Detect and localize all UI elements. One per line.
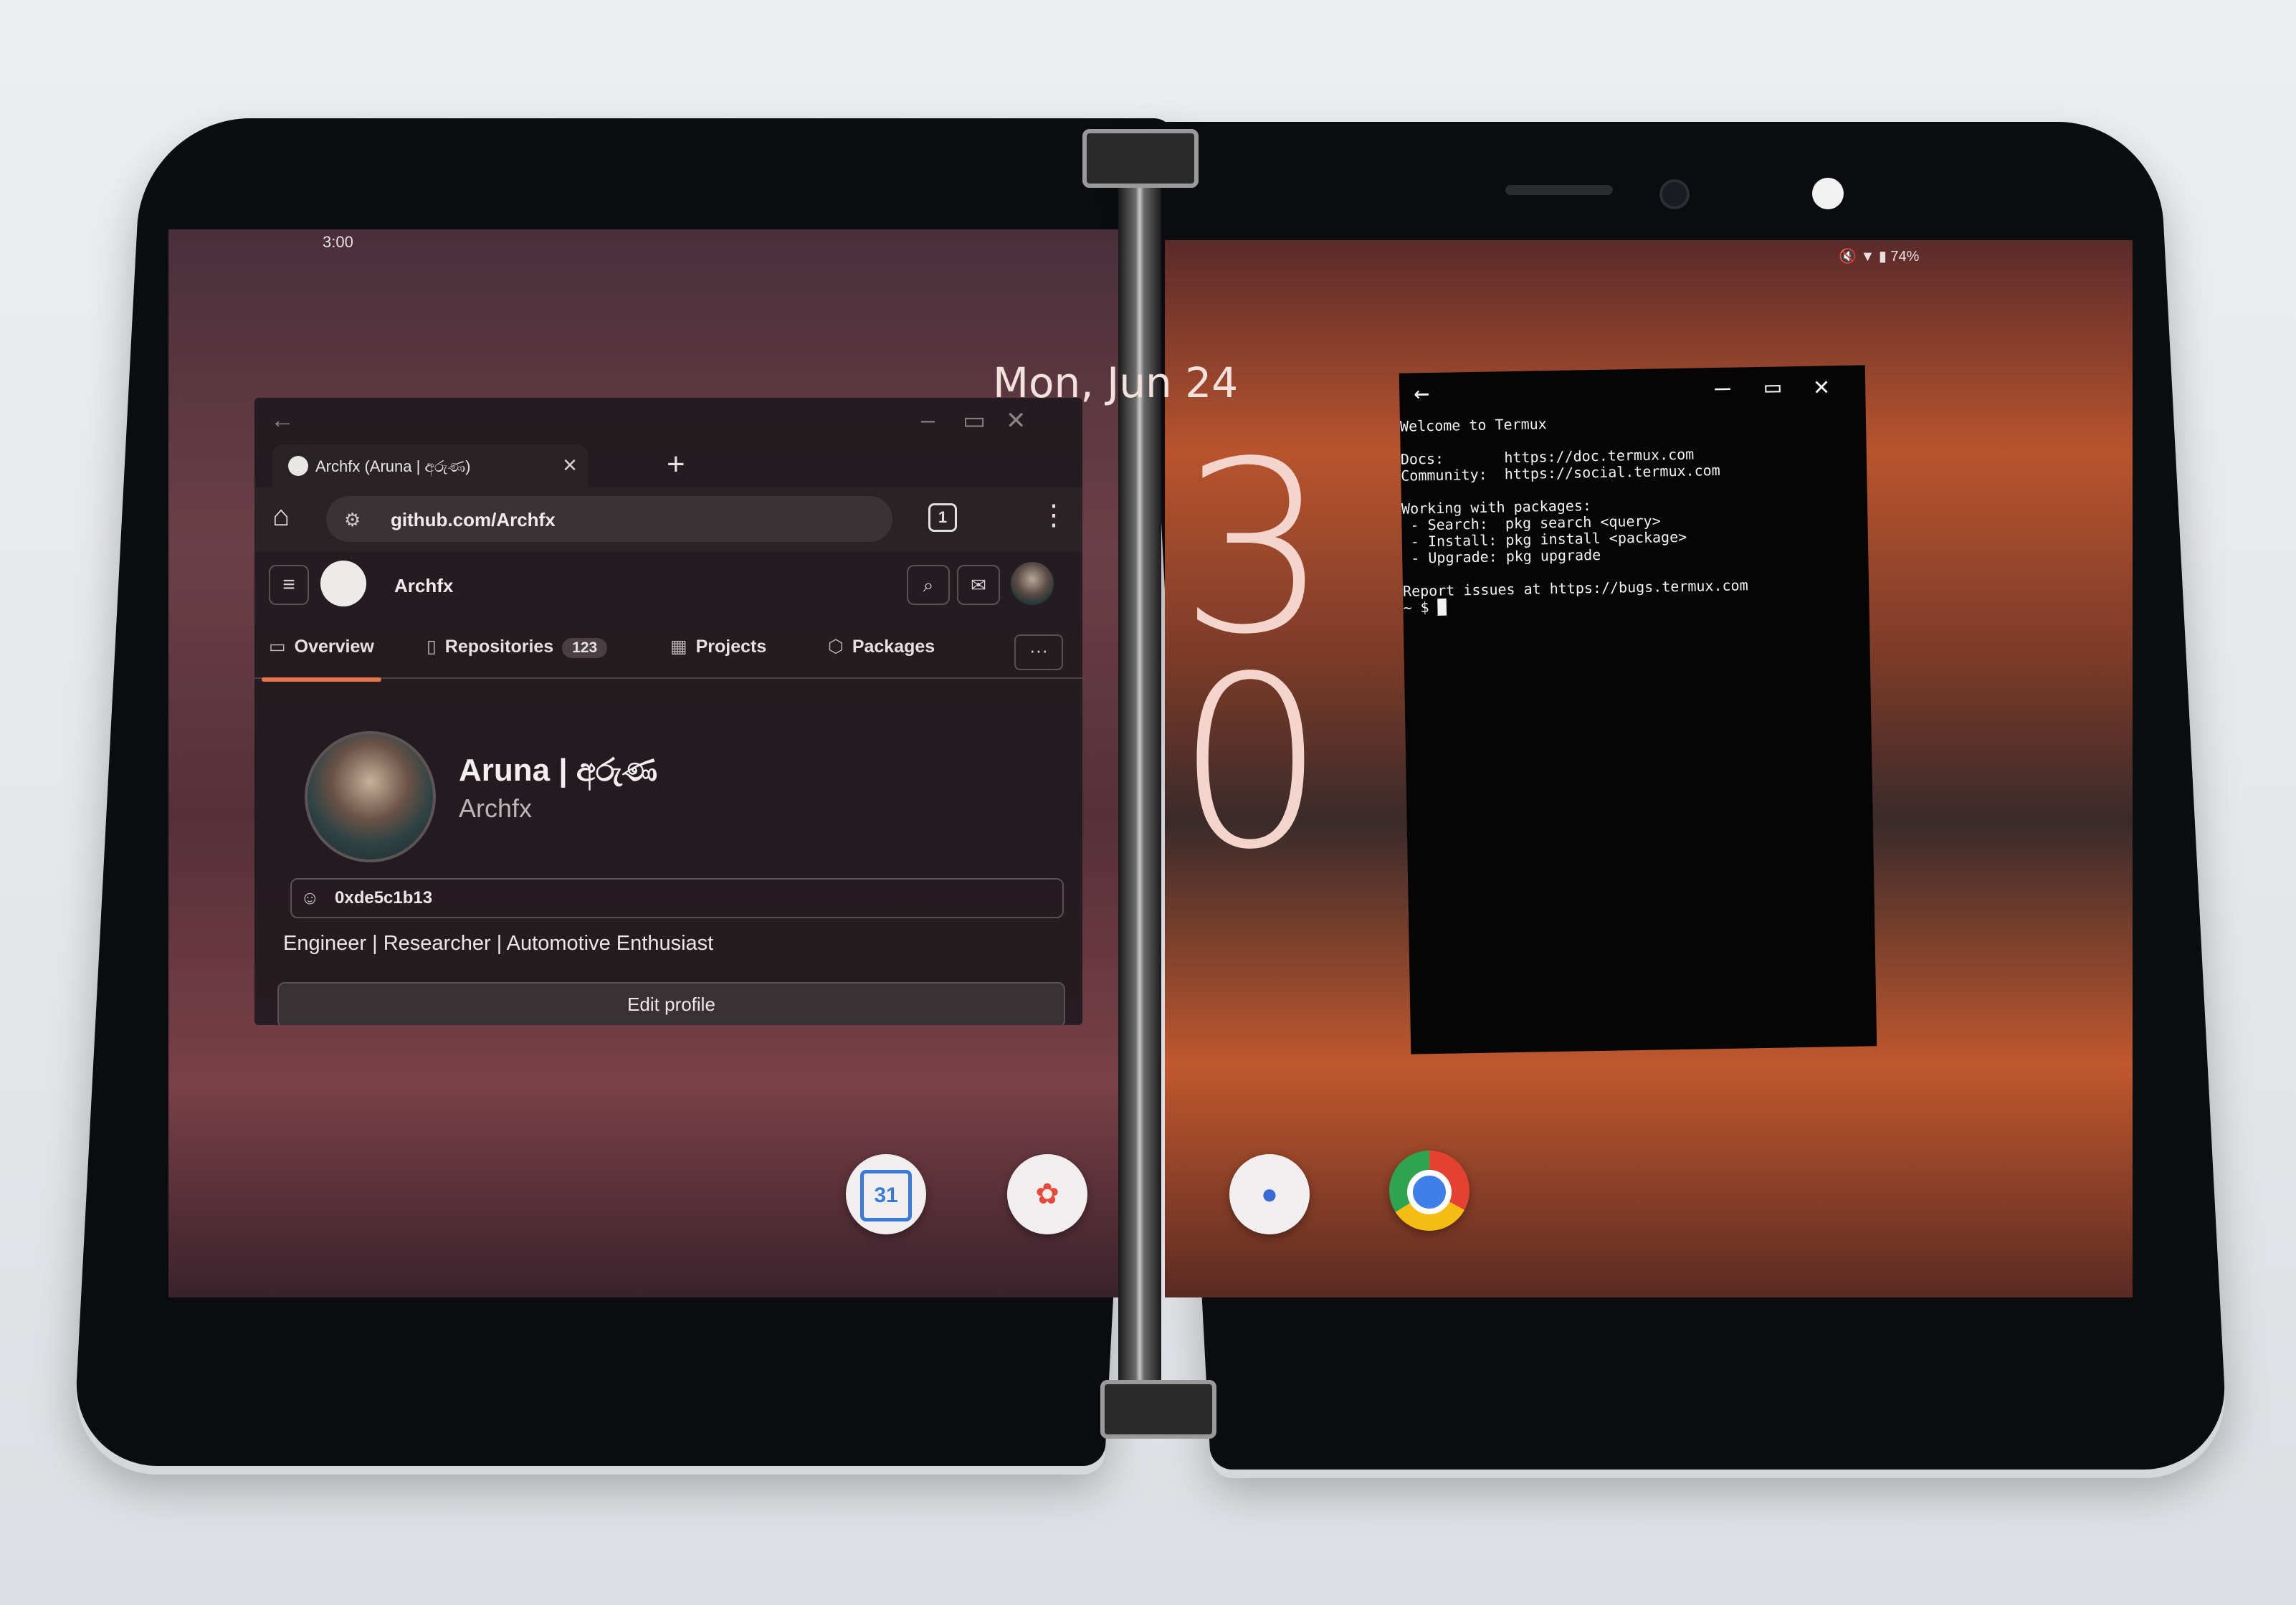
hinge-bottom-cap <box>1100 1380 1216 1439</box>
url-text[interactable]: github.com/Archfx <box>391 509 556 531</box>
address-bar[interactable]: ⚙ github.com/Archfx <box>326 496 892 542</box>
book-icon: ▭ <box>269 637 286 657</box>
status-time: 3:00 <box>323 233 353 251</box>
more-tabs-button[interactable]: ··· <box>1014 634 1063 670</box>
hamburger-menu-icon[interactable]: ≡ <box>269 565 309 605</box>
tab-overview-label: Overview <box>294 637 374 657</box>
front-camera <box>1659 179 1690 209</box>
earpiece-speaker <box>1505 185 1613 195</box>
status-icons: 🔇 ▼ ▮ 74% <box>1839 247 1919 265</box>
chrome-browser-window: ← – ▭ ✕ Archfx (Aruna | අරුණ) × + ⌂ ⚙ gi… <box>254 398 1082 1025</box>
battery-icon: ▮ <box>1878 249 1887 265</box>
github-favicon-icon <box>288 456 308 476</box>
inbox-icon[interactable]: ✉ <box>957 565 1000 605</box>
more-vertical-icon[interactable]: ⋮ <box>1039 499 1068 532</box>
repositories-count-badge: 123 <box>562 638 608 658</box>
close-icon[interactable]: ✕ <box>1006 406 1026 435</box>
minimize-icon[interactable]: – <box>921 406 935 434</box>
browser-title-bar: ← – ▭ ✕ <box>254 398 1082 441</box>
tab-repositories[interactable]: ▯ Repositories 123 <box>427 636 608 658</box>
tab-packages-label: Packages <box>852 637 935 657</box>
tab-switcher-button[interactable]: 1 <box>928 503 957 532</box>
status-emoji-icon: ☺ <box>300 887 320 908</box>
tab-title: Archfx (Aruna | අරුණ) <box>315 457 471 475</box>
package-icon: ⬡ <box>828 637 844 657</box>
back-arrow-icon[interactable]: ← <box>270 406 295 434</box>
surface-duo-device: 3:00 🔇 ▼ ▮ 74% Mon, Jun 24 3 0 ← – ▭ ✕ A… <box>0 0 2296 1605</box>
calendar-day: 31 <box>860 1170 912 1222</box>
maximize-icon[interactable]: ▭ <box>963 406 986 435</box>
chrome-center <box>1407 1170 1452 1215</box>
browser-tab-archfx[interactable]: Archfx (Aruna | අරුණ) × <box>272 444 588 487</box>
profile-avatar[interactable] <box>305 731 436 862</box>
profile-bio: Engineer | Researcher | Automotive Enthu… <box>283 932 714 955</box>
battery-level: 74% <box>1890 249 1920 265</box>
tab-projects-label: Projects <box>695 637 767 657</box>
clock-minute-digit: 0 <box>1176 626 1326 901</box>
minimize-icon[interactable]: – <box>1715 373 1730 403</box>
back-arrow-icon[interactable]: ← <box>1414 378 1429 408</box>
termux-window: ← – ▭ ✕ Welcome to Termux Docs: https://… <box>1399 365 1877 1054</box>
edit-profile-button[interactable]: Edit profile <box>277 982 1065 1025</box>
profile-name: Aruna | අරුණ <box>459 753 658 788</box>
flash-icon <box>1812 178 1844 209</box>
tab-overview[interactable]: ▭ Overview <box>262 636 381 682</box>
profile-login: Archfx <box>459 794 533 823</box>
tab-repositories-label: Repositories <box>444 637 554 657</box>
search-icon[interactable]: ⌕ <box>907 565 950 605</box>
tab-packages[interactable]: ⬡ Packages <box>828 636 935 657</box>
github-header-username[interactable]: Archfx <box>394 575 453 597</box>
github-logo-icon[interactable] <box>320 561 366 606</box>
calendar-icon[interactable]: 31 <box>846 1154 926 1234</box>
wifi-icon: ▼ <box>1860 249 1875 265</box>
terminal-output[interactable]: Welcome to Termux Docs: https://doc.term… <box>1400 409 1869 616</box>
device-hinge <box>1118 172 1161 1405</box>
tab-projects[interactable]: ▦ Projects <box>670 636 766 657</box>
repo-icon: ▯ <box>427 637 437 657</box>
table-icon: ▦ <box>670 637 687 657</box>
maximize-icon[interactable]: ▭ <box>1765 372 1781 401</box>
close-tab-icon[interactable]: × <box>563 452 577 480</box>
browser-toolbar: ⌂ ⚙ github.com/Archfx 1 ⋮ <box>254 487 1082 552</box>
user-avatar[interactable] <box>1011 562 1054 605</box>
chrome-icon[interactable] <box>1389 1151 1469 1231</box>
mute-icon: 🔇 <box>1839 249 1857 265</box>
photos-icon[interactable]: ✿ <box>1007 1154 1087 1234</box>
profile-status[interactable]: ☺ 0xde5c1b13 <box>290 878 1064 918</box>
new-tab-button[interactable]: + <box>667 447 685 482</box>
termux-title-bar: ← – ▭ ✕ <box>1399 365 1866 416</box>
profile-nav-tabs: ▭ Overview ▯ Repositories 123 ▦ Projects ⬡ Pa… <box>254 620 1082 682</box>
site-settings-icon[interactable]: ⚙ <box>344 509 361 531</box>
home-icon[interactable]: ⌂ <box>272 500 290 533</box>
status-text: 0xde5c1b13 <box>335 888 433 908</box>
github-header: ≡ Archfx ⌕ ✉ <box>254 552 1082 620</box>
close-icon[interactable]: ✕ <box>1814 371 1829 401</box>
hinge-top-cap <box>1082 129 1199 188</box>
contacts-icon[interactable]: ● <box>1229 1154 1310 1234</box>
